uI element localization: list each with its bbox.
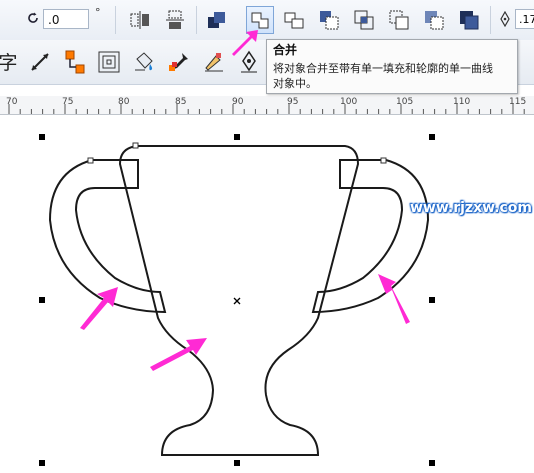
horizontal-ruler[interactable]: 70 75 80 85 90 95 100 105 110 115 xyxy=(0,96,534,115)
ruler-label: 110 xyxy=(453,97,471,107)
rotation-angle-input[interactable]: .0 xyxy=(43,9,89,29)
connector-tool-button[interactable] xyxy=(63,48,87,76)
ruler-label: 85 xyxy=(175,97,187,107)
fill-tool-button[interactable] xyxy=(131,49,157,75)
contour-tool-button[interactable] xyxy=(97,49,121,75)
pen-outline-icon xyxy=(497,10,513,28)
intersect-button[interactable] xyxy=(352,8,376,32)
simplify-button[interactable] xyxy=(387,8,411,32)
text-tool-button[interactable]: 字 xyxy=(0,48,18,74)
annotation-arrows xyxy=(80,274,410,371)
ruler-label: 105 xyxy=(396,97,414,107)
property-bar: .0 ° .17 xyxy=(0,0,534,41)
weld-button[interactable] xyxy=(205,8,229,32)
tooltip-title: 合并 xyxy=(273,43,298,57)
ruler-label: 90 xyxy=(232,97,244,107)
dimension-tool-button[interactable] xyxy=(28,50,52,74)
toolbar-separator xyxy=(115,6,116,34)
pointer-arrow xyxy=(232,30,258,56)
trim-button[interactable] xyxy=(317,8,341,32)
drawing-canvas[interactable] xyxy=(0,115,534,473)
interactive-fill-button[interactable] xyxy=(201,49,227,75)
eyedropper-tool-button[interactable] xyxy=(166,49,192,75)
rotate-icon xyxy=(26,11,40,25)
center-marker xyxy=(233,297,241,305)
degree-symbol: ° xyxy=(95,6,101,19)
break-apart-button[interactable] xyxy=(282,8,306,32)
ruler-label: 100 xyxy=(340,97,358,107)
ruler-label: 95 xyxy=(287,97,299,107)
toolbar-separator xyxy=(490,6,491,34)
back-minus-front-button[interactable] xyxy=(422,8,446,32)
mirror-vertical-button[interactable] xyxy=(163,8,187,32)
combine-tooltip: 合并 将对象合并至带有单一填充和轮廓的单一曲线 对象中。 xyxy=(266,39,518,94)
ruler-label: 115 xyxy=(509,97,527,107)
ruler-label: 80 xyxy=(118,97,130,107)
toolbar-separator xyxy=(196,6,197,34)
tooltip-description: 将对象合并至带有单一填充和轮廓的单一曲线 对象中。 xyxy=(273,62,493,90)
site-watermark: www.rjzxw.com xyxy=(410,200,532,216)
ruler-label: 75 xyxy=(62,97,74,107)
create-boundary-button[interactable] xyxy=(457,8,481,32)
outline-width-input[interactable]: .17 xyxy=(515,9,534,29)
ruler-label: 70 xyxy=(6,97,18,107)
mirror-horizontal-button[interactable] xyxy=(128,8,152,32)
